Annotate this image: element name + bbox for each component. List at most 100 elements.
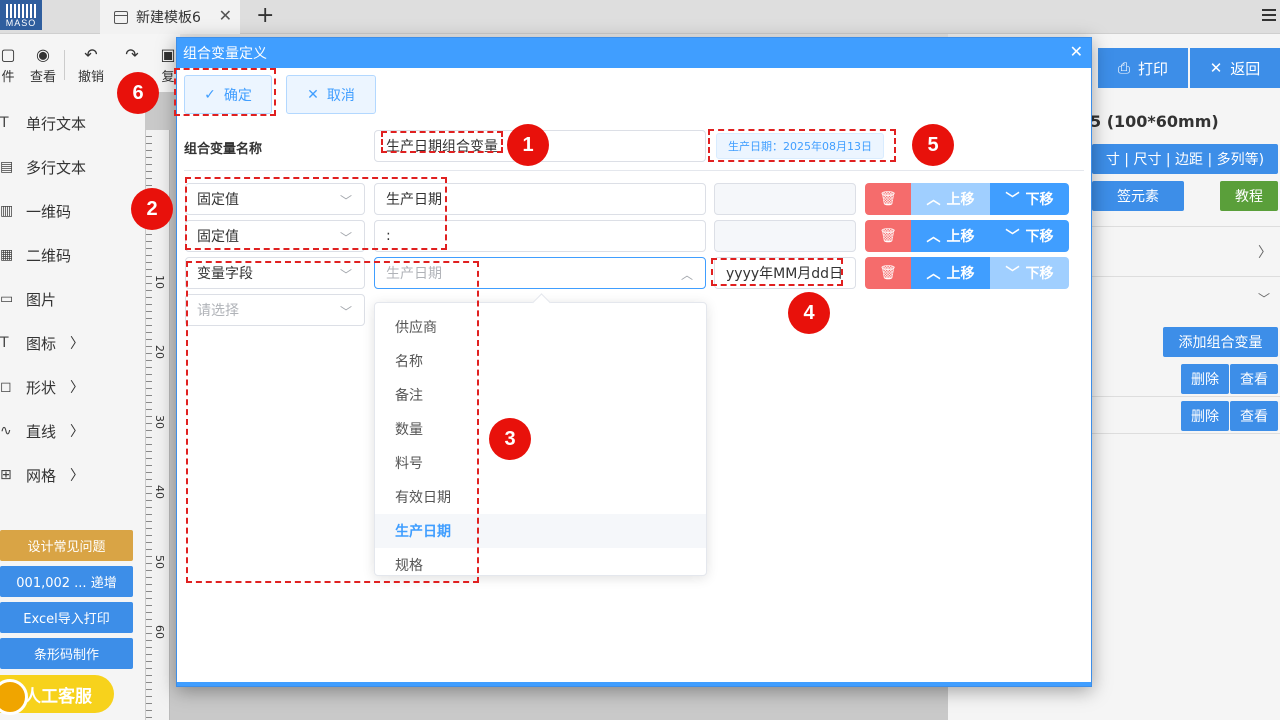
tab-template[interactable]: 新建模板6 ✕ <box>100 0 240 34</box>
annotation-box <box>185 177 447 250</box>
move-down-button[interactable]: ﹀ 下移 <box>990 257 1069 289</box>
ruler-tick: 10 <box>153 275 166 289</box>
new-tab-button[interactable]: + <box>256 3 274 28</box>
close-icon: ✕ <box>307 86 319 103</box>
annotation-badge: 2 <box>131 188 173 230</box>
undo-button[interactable]: ↶ 撤销 <box>73 46 109 86</box>
print-label: 打印 <box>1138 59 1169 78</box>
sidebar-item-multi-text[interactable]: ▤ 多行文本 <box>0 152 140 182</box>
format-input <box>714 183 856 215</box>
size-settings-button[interactable]: 寸 | 尺寸 | 边距 | 多列等) <box>1092 144 1278 174</box>
sidebar-item-label: 二维码 <box>26 246 72 265</box>
customer-service-label: 人工客服 <box>24 686 92 707</box>
excel-import-button[interactable]: Excel导入打印 <box>0 602 133 633</box>
line-icon: ∿ <box>0 423 12 439</box>
sidebar-item-label: 直线 <box>26 422 57 441</box>
trash-icon: 🗑 <box>879 228 897 244</box>
move-up-button[interactable]: ︿ 上移 <box>911 183 990 215</box>
move-up-button[interactable]: ︿ 上移 <box>911 257 990 289</box>
annotation-box <box>186 261 479 583</box>
sidebar-item-qrcode[interactable]: ▦ 二维码 <box>0 240 140 270</box>
close-icon: ✕ <box>1209 59 1223 77</box>
dialog-header: 组合变量定义 ✕ <box>177 38 1091 68</box>
delete-row-button[interactable]: 🗑 <box>865 257 911 289</box>
sidebar-item-label: 图片 <box>26 290 57 309</box>
divider <box>1092 226 1280 227</box>
delete-button[interactable]: 删除 <box>1181 401 1229 431</box>
move-up-button[interactable]: ︿ 上移 <box>911 220 990 252</box>
label-elements-button[interactable]: 签元素 <box>1092 181 1184 211</box>
sidebar-item-lines[interactable]: ∿ 直线〉 <box>0 416 140 446</box>
chevron-right-icon[interactable]: 〉 <box>1258 242 1272 262</box>
sidebar-item-single-text[interactable]: T 单行文本 <box>0 108 140 138</box>
view-button[interactable]: 查看 <box>1230 364 1278 394</box>
annotation-badge: 3 <box>489 418 531 460</box>
view-button[interactable]: ◉ 查看 <box>25 45 61 86</box>
view-button[interactable]: 查看 <box>1230 401 1278 431</box>
template-title: 5 (100*60mm) <box>1090 112 1219 131</box>
design-faq-button[interactable]: 设计常见问题 <box>0 530 133 561</box>
toolbar-divider <box>64 50 65 80</box>
print-icon: ⎙ <box>1117 59 1130 77</box>
sidebar-item-label: 多行文本 <box>26 158 87 177</box>
delete-row-button[interactable]: 🗑 <box>865 220 911 252</box>
menu-icon[interactable] <box>1262 9 1276 21</box>
chevron-right-icon: 〉 <box>70 336 85 352</box>
sidebar-item-icons[interactable]: T 图标〉 <box>0 328 140 358</box>
view-label: 查看 <box>29 70 56 85</box>
cancel-button[interactable]: ✕ 取消 <box>286 75 376 114</box>
move-up-label: 上移 <box>946 266 975 282</box>
ruler-tick: 60 <box>153 625 166 639</box>
annotation-box <box>174 68 276 116</box>
move-down-button[interactable]: ﹀ 下移 <box>990 183 1069 215</box>
delete-button[interactable]: 删除 <box>1181 364 1229 394</box>
sidebar-item-image[interactable]: ▭ 图片 <box>0 284 140 314</box>
dialog-bottom-bar <box>177 682 1091 686</box>
divider <box>1092 276 1280 277</box>
chevron-right-icon: 〉 <box>70 380 85 396</box>
tutorial-button[interactable]: 教程 <box>1220 181 1278 211</box>
increment-button[interactable]: 001,002 ... 递增 <box>0 566 133 597</box>
text-icon: T <box>0 115 9 131</box>
redo-button[interactable]: ↷ <box>114 46 150 66</box>
customer-service-button[interactable]: 人工客服 <box>0 675 114 715</box>
sidebar-item-grid[interactable]: ⊞ 网格〉 <box>0 460 140 490</box>
sidebar-item-shapes[interactable]: ◻ 形状〉 <box>0 372 140 402</box>
ruler-tick: 20 <box>153 345 166 359</box>
format-input <box>714 220 856 252</box>
sidebar-item-barcode[interactable]: ▥ 一维码 <box>0 196 140 226</box>
print-button[interactable]: ⎙ 打印 <box>1098 48 1188 88</box>
chevron-right-icon: 〉 <box>70 424 85 440</box>
chevron-right-icon: 〉 <box>70 468 85 484</box>
ruler-tick: 50 <box>153 555 166 569</box>
file-icon: ▢ <box>0 45 16 64</box>
delete-row-button[interactable]: 🗑 <box>865 183 911 215</box>
close-tab-icon[interactable]: ✕ <box>219 6 232 25</box>
barcode-icon: ▥ <box>0 203 14 219</box>
annotation-badge: 1 <box>507 124 549 166</box>
barcode-make-button[interactable]: 条形码制作 <box>0 638 133 669</box>
chevron-up-icon: ︿ <box>926 266 941 282</box>
image-icon: ▭ <box>0 291 14 307</box>
move-up-label: 上移 <box>946 229 975 245</box>
chevron-down-icon[interactable]: ﹀ <box>1258 290 1270 307</box>
top-bar: MASO 新建模板6 ✕ + <box>0 0 1280 34</box>
add-combo-variable-button[interactable]: 添加组合变量 <box>1163 327 1278 357</box>
grid-icon: ⊞ <box>0 467 12 483</box>
trash-icon: 🗑 <box>879 191 897 207</box>
annotation-box <box>711 258 843 286</box>
move-down-button[interactable]: ﹀ 下移 <box>990 220 1069 252</box>
redo-icon: ↷ <box>125 45 139 64</box>
annotation-badge: 6 <box>117 72 159 114</box>
ruler-tick: 30 <box>153 415 166 429</box>
annotation-box <box>708 129 896 162</box>
chevron-down-icon: ﹀ <box>1005 266 1020 282</box>
file-button[interactable]: ▢ 件 <box>0 45 26 86</box>
chevron-down-icon: ﹀ <box>1005 192 1020 208</box>
file-label: 件 <box>1 70 15 85</box>
eye-icon: ◉ <box>36 45 50 64</box>
ruler-tick: 40 <box>153 485 166 499</box>
back-button[interactable]: ✕ 返回 <box>1190 48 1280 88</box>
document-icon <box>114 10 128 24</box>
close-icon[interactable]: ✕ <box>1070 42 1083 61</box>
